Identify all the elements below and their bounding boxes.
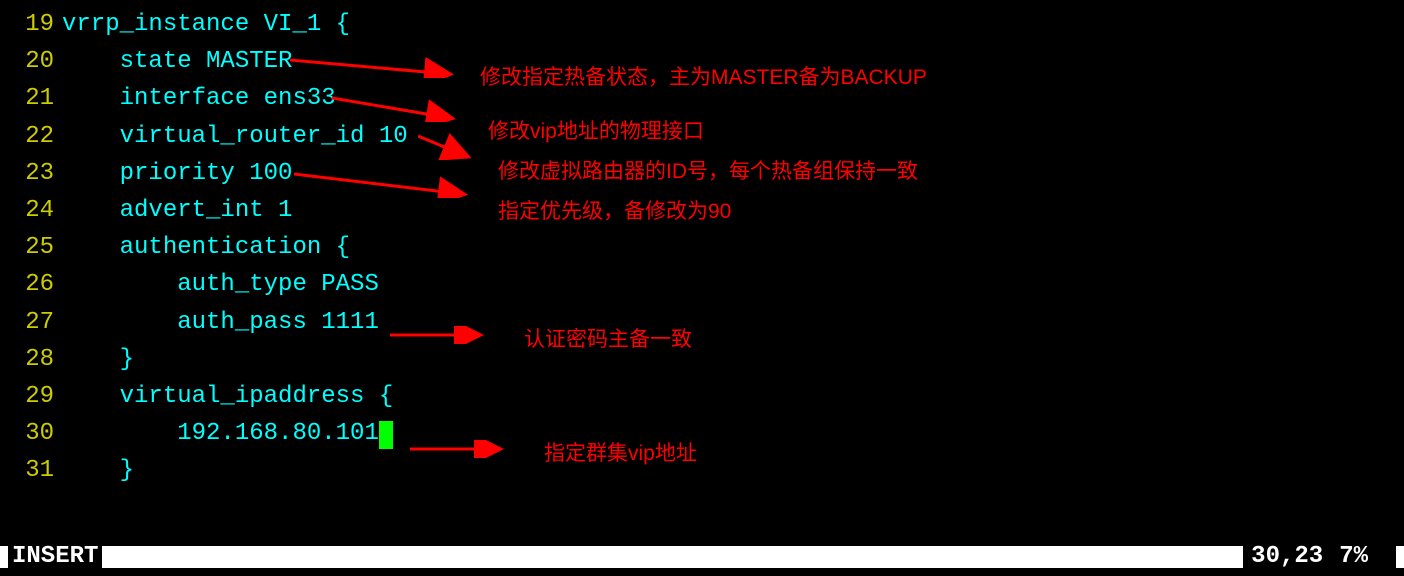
annotation-vip: 指定群集vip地址 bbox=[544, 438, 697, 471]
annotation-router-id: 修改虚拟路由器的ID号，每个热备组保持一致 bbox=[498, 156, 918, 189]
line-number: 28 bbox=[0, 341, 62, 378]
annotation-priority: 指定优先级，备修改为90 bbox=[498, 196, 731, 229]
line-content: advert_int 1 bbox=[62, 192, 292, 229]
line-number: 30 bbox=[0, 415, 62, 452]
line-content: interface ens33 bbox=[62, 80, 336, 117]
annotation-state: 修改指定热备状态，主为MASTER备为BACKUP bbox=[480, 62, 927, 95]
line-number: 27 bbox=[0, 304, 62, 341]
annotation-auth-pass: 认证密码主备一致 bbox=[524, 324, 692, 357]
line-content: } bbox=[62, 452, 134, 489]
line-number: 19 bbox=[0, 6, 62, 43]
annotation-interface: 修改vip地址的物理接口 bbox=[488, 116, 704, 149]
status-percent: 7% bbox=[1331, 538, 1396, 575]
line-content: auth_type PASS bbox=[62, 266, 379, 303]
line-content: 192.168.80.101 bbox=[62, 415, 393, 452]
status-position: 30,23 bbox=[1243, 538, 1331, 575]
status-bar: INSERT 30,23 7% bbox=[0, 546, 1404, 568]
code-line[interactable]: 26 auth_type PASS bbox=[0, 266, 1404, 303]
line-content: auth_pass 1111 bbox=[62, 304, 379, 341]
line-content: priority 100 bbox=[62, 155, 292, 192]
line-number: 31 bbox=[0, 452, 62, 489]
line-content: virtual_router_id 10 bbox=[62, 118, 408, 155]
line-content: authentication { bbox=[62, 229, 350, 266]
code-line[interactable]: 31 } bbox=[0, 452, 1404, 489]
line-number: 21 bbox=[0, 80, 62, 117]
line-number: 22 bbox=[0, 118, 62, 155]
code-line[interactable]: 30 192.168.80.101 bbox=[0, 415, 1404, 452]
line-number: 20 bbox=[0, 43, 62, 80]
line-content: state MASTER bbox=[62, 43, 292, 80]
line-number: 23 bbox=[0, 155, 62, 192]
line-number: 26 bbox=[0, 266, 62, 303]
code-line[interactable]: 28 } bbox=[0, 341, 1404, 378]
code-line[interactable]: 29 virtual_ipaddress { bbox=[0, 378, 1404, 415]
line-content: virtual_ipaddress { bbox=[62, 378, 393, 415]
line-number: 24 bbox=[0, 192, 62, 229]
status-mode: INSERT bbox=[8, 538, 102, 575]
line-number: 29 bbox=[0, 378, 62, 415]
code-line[interactable]: 25 authentication { bbox=[0, 229, 1404, 266]
code-line[interactable]: 27 auth_pass 1111 bbox=[0, 304, 1404, 341]
cursor bbox=[379, 421, 393, 449]
line-content: } bbox=[62, 341, 134, 378]
line-content: vrrp_instance VI_1 { bbox=[62, 6, 350, 43]
line-number: 25 bbox=[0, 229, 62, 266]
code-line[interactable]: 19 vrrp_instance VI_1 { bbox=[0, 6, 1404, 43]
